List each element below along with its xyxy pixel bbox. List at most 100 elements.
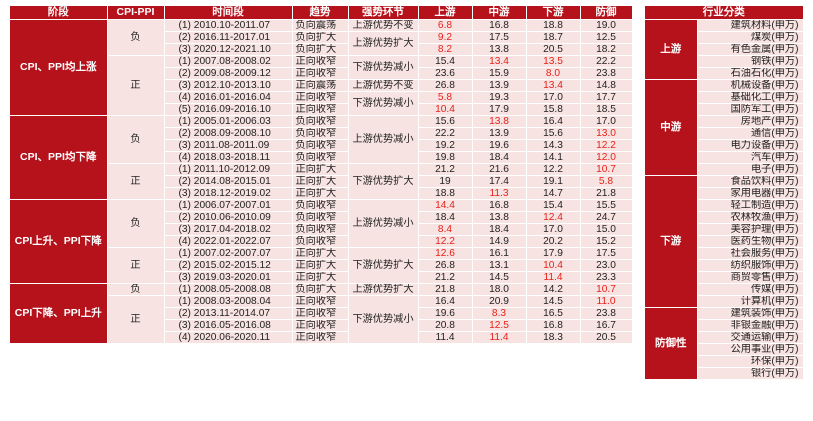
midstream-value: 13.9 xyxy=(472,79,527,92)
defensive-value: 15.5 xyxy=(580,199,633,212)
defensive-value: 14.8 xyxy=(580,79,633,92)
upstream-value: 10.4 xyxy=(418,103,473,116)
midstream-value: 18.0 xyxy=(472,283,527,296)
upstream-value: 23.6 xyxy=(418,67,473,80)
header-period: 时间段 xyxy=(164,6,293,20)
trend-cell: 负向收窄 xyxy=(292,199,349,212)
downstream-value: 13.5 xyxy=(526,55,581,68)
period-cell: (4) 2020.06-2020.11 xyxy=(164,331,293,344)
header-cpi-ppi: CPI-PPI xyxy=(107,6,165,20)
trend-cell: 负向收窄 xyxy=(292,115,349,128)
header-strong-segment: 强势环节 xyxy=(348,6,419,20)
trend-cell: 正向扩大 xyxy=(292,175,349,188)
industry-item: 计算机(申万) xyxy=(697,295,804,308)
defensive-value: 20.5 xyxy=(580,331,633,344)
defensive-value: 17.7 xyxy=(580,91,633,104)
trend-cell: 负向收窄 xyxy=(292,151,349,164)
midstream-value: 19.6 xyxy=(472,139,527,152)
industry-row: 下游 食品饮料(申万) xyxy=(645,175,804,308)
defensive-value: 21.8 xyxy=(580,187,633,200)
upstream-value: 15.4 xyxy=(418,55,473,68)
upstream-value: 19.8 xyxy=(418,151,473,164)
industry-header: 行业分类 xyxy=(645,6,804,20)
defensive-value: 10.7 xyxy=(580,283,633,296)
downstream-value: 16.4 xyxy=(526,115,581,128)
industry-item: 基础化工(申万) xyxy=(697,91,804,104)
midstream-value: 20.9 xyxy=(472,295,527,308)
period-cell: (2) 2010.06-2010.09 xyxy=(164,211,293,224)
industry-item: 农林牧渔(申万) xyxy=(697,211,804,224)
industry-item: 建筑材料(申万) xyxy=(697,19,804,32)
period-cell: (5) 2016.09-2016.10 xyxy=(164,103,293,116)
midstream-value: 17.4 xyxy=(472,175,527,188)
stage-label: CPI上升、PPI下降 xyxy=(10,199,108,284)
upstream-value: 9.2 xyxy=(418,31,473,44)
industry-item: 石油石化(申万) xyxy=(697,67,804,80)
industry-header-row: 行业分类 xyxy=(645,6,804,20)
upstream-value: 12.2 xyxy=(418,235,473,248)
defensive-value: 5.8 xyxy=(580,175,633,188)
period-cell: (3) 2017.04-2018.02 xyxy=(164,223,293,236)
industry-item: 美容护理(申万) xyxy=(697,223,804,236)
period-cell: (2) 2014.08-2015.01 xyxy=(164,175,293,188)
upstream-value: 21.2 xyxy=(418,163,473,176)
header-midstream: 中游 xyxy=(472,6,527,20)
industry-item: 交通运输(申万) xyxy=(697,331,804,344)
period-cell: (3) 2011.08-2011.09 xyxy=(164,139,293,152)
defensive-value: 10.7 xyxy=(580,163,633,176)
strong-segment-cell: 上游优势扩大 xyxy=(348,31,419,56)
trend-cell: 正向扩大 xyxy=(292,163,349,176)
defensive-value: 13.0 xyxy=(580,127,633,140)
upstream-value: 18.4 xyxy=(418,211,473,224)
table-row: CPI、PPI均上涨负 (1) 2010.10-2011.07 负向震荡 上游优势不变… xyxy=(10,19,633,116)
upstream-value: 19.2 xyxy=(418,139,473,152)
defensive-value: 12.0 xyxy=(580,151,633,164)
defensive-value: 16.7 xyxy=(580,319,633,332)
upstream-value: 14.4 xyxy=(418,199,473,212)
strong-segment-cell: 上游优势减小 xyxy=(348,199,419,248)
trend-cell: 正向收窄 xyxy=(292,331,349,344)
trend-cell: 负向扩大 xyxy=(292,43,349,56)
defensive-value: 22.2 xyxy=(580,55,633,68)
defensive-value: 23.8 xyxy=(580,307,633,320)
downstream-value: 15.8 xyxy=(526,103,581,116)
industry-item: 房地产(申万) xyxy=(697,115,804,128)
trend-cell: 正向收窄 xyxy=(292,67,349,80)
upstream-value: 19.6 xyxy=(418,307,473,320)
period-cell: (3) 2018.12-2019.02 xyxy=(164,187,293,200)
downstream-value: 14.1 xyxy=(526,151,581,164)
midstream-value: 13.1 xyxy=(472,259,527,272)
industry-item: 电力设备(申万) xyxy=(697,139,804,152)
upstream-value: 6.8 xyxy=(418,19,473,32)
industry-category: 下游 xyxy=(645,175,698,308)
table-row: CPI下降、PPI上升负 (1) 2008.05-2008.08 负向扩大 上游优势扩… xyxy=(10,283,633,344)
industry-item: 商贸零售(申万) xyxy=(697,271,804,284)
period-cell: (1) 2010.10-2011.07 xyxy=(164,19,293,32)
trend-cell: 负向收窄 xyxy=(292,139,349,152)
upstream-value: 26.8 xyxy=(418,79,473,92)
period-cell: (3) 2012.10-2013.10 xyxy=(164,79,293,92)
upstream-value: 20.8 xyxy=(418,319,473,332)
header-stage: 阶段 xyxy=(10,6,108,20)
midstream-value: 21.6 xyxy=(472,163,527,176)
midstream-value: 18.4 xyxy=(472,151,527,164)
downstream-value: 18.8 xyxy=(526,19,581,32)
downstream-value: 17.0 xyxy=(526,91,581,104)
industry-item: 纺织服饰(申万) xyxy=(697,259,804,272)
midstream-value: 13.8 xyxy=(472,43,527,56)
midstream-value: 14.9 xyxy=(472,235,527,248)
strong-segment-cell: 下游优势扩大 xyxy=(348,163,419,200)
trend-cell: 负向收窄 xyxy=(292,223,349,236)
period-cell: (1) 2007.08-2008.02 xyxy=(164,55,293,68)
defensive-value: 18.2 xyxy=(580,43,633,56)
industry-item: 非银金融(申万) xyxy=(697,319,804,332)
midstream-value: 16.8 xyxy=(472,199,527,212)
period-cell: (2) 2016.11-2017.01 xyxy=(164,31,293,44)
stage-label: CPI、PPI均下降 xyxy=(10,115,108,200)
downstream-value: 15.6 xyxy=(526,127,581,140)
upstream-value: 16.4 xyxy=(418,295,473,308)
defensive-value: 23.3 xyxy=(580,271,633,284)
period-cell: (3) 2019.03-2020.01 xyxy=(164,271,293,284)
midstream-value: 17.9 xyxy=(472,103,527,116)
trend-cell: 正向收窄 xyxy=(292,91,349,104)
